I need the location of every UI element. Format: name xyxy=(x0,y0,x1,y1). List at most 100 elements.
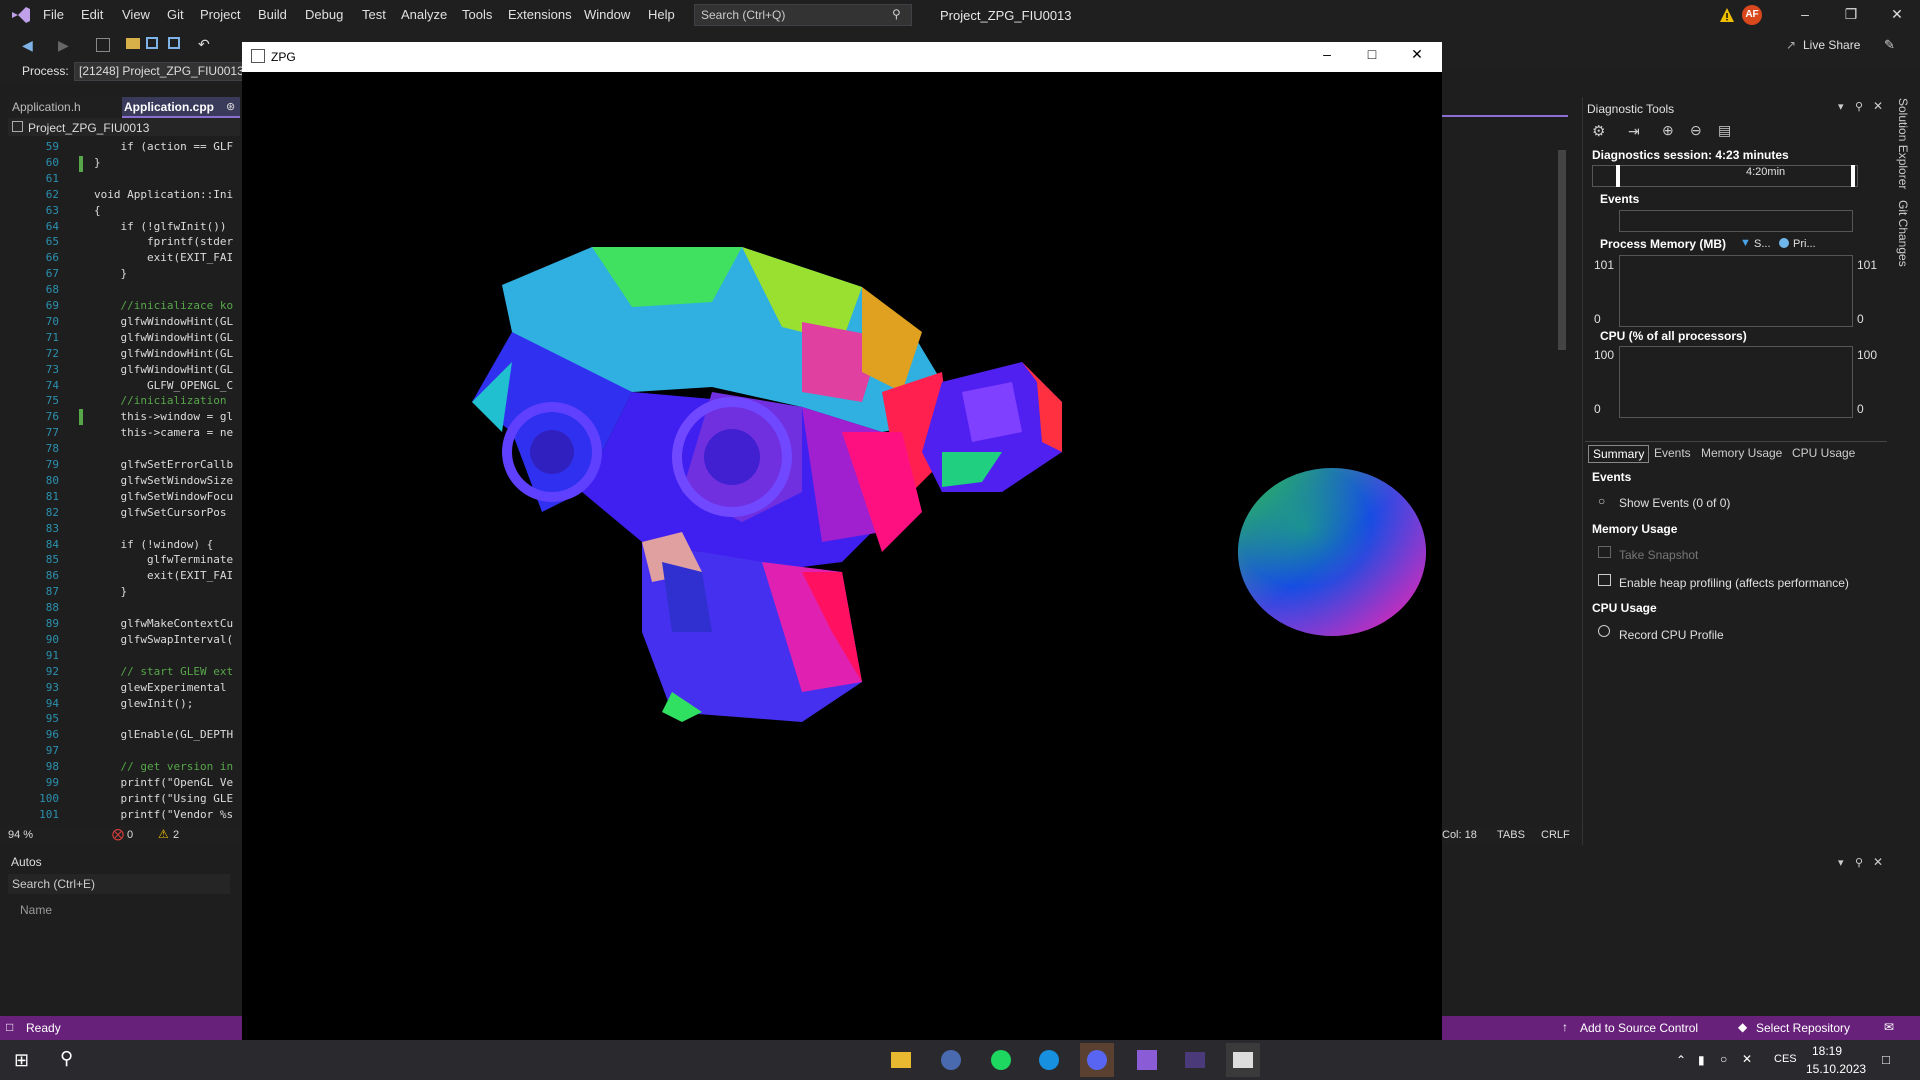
menu-extensions[interactable]: Extensions xyxy=(508,7,572,22)
nav-project-dropdown[interactable]: Project_ZPG_FIU0013 xyxy=(28,121,149,135)
code-line[interactable]: glfwWindowHint(GL xyxy=(94,347,233,360)
code-line[interactable]: glfwSwapInterval( xyxy=(94,633,233,646)
wifi-icon[interactable]: ○ xyxy=(1720,1052,1727,1066)
file-explorer-icon[interactable] xyxy=(884,1043,918,1077)
input-language[interactable]: CES xyxy=(1774,1053,1797,1065)
menu-analyze[interactable]: Analyze xyxy=(401,7,447,22)
code-line[interactable]: glfwSetWindowSize xyxy=(94,474,233,487)
code-line[interactable]: glfwSetWindowFocu xyxy=(94,490,233,503)
code-line[interactable]: glewExperimental xyxy=(94,681,226,694)
vs-restore-button[interactable]: ❐ xyxy=(1836,6,1866,24)
menu-project[interactable]: Project xyxy=(200,7,240,22)
warning-icon[interactable] xyxy=(1719,7,1735,23)
code-line[interactable]: glfwWindowHint(GL xyxy=(94,315,233,328)
user-avatar[interactable]: AF xyxy=(1742,5,1762,25)
code-line[interactable]: fprintf(stder xyxy=(94,235,233,248)
live-share-button[interactable]: Live Share xyxy=(1803,38,1860,52)
clock-time[interactable]: 18:19 xyxy=(1812,1044,1842,1058)
new-item-icon[interactable] xyxy=(96,38,110,52)
vs-close-button[interactable]: ✕ xyxy=(1882,6,1912,24)
menu-git[interactable]: Git xyxy=(167,7,184,22)
error-count[interactable]: 0 xyxy=(127,829,133,841)
code-line[interactable]: exit(EXIT_FAI xyxy=(94,569,233,582)
feedback-icon[interactable]: ✎ xyxy=(1884,37,1895,53)
windows-start-icon[interactable]: ⊞ xyxy=(14,1050,29,1071)
code-line[interactable]: printf("OpenGL Ve xyxy=(94,776,233,789)
memory-section[interactable]: Process Memory (MB) xyxy=(1600,237,1726,251)
zpg-close-button[interactable]: ✕ xyxy=(1402,46,1432,66)
pin-icon[interactable]: ⊛ xyxy=(226,100,235,113)
code-line[interactable]: } xyxy=(94,585,127,598)
spotify-icon[interactable] xyxy=(984,1043,1018,1077)
dropdown-icon[interactable]: ▾ xyxy=(1838,856,1844,869)
zpg-minimize-button[interactable]: – xyxy=(1312,46,1342,66)
terminal-icon[interactable] xyxy=(1178,1043,1212,1077)
code-line[interactable]: glewInit(); xyxy=(94,697,193,710)
code-line[interactable]: // start GLEW ext xyxy=(94,665,233,678)
notification-center-icon[interactable]: □ xyxy=(1882,1052,1890,1067)
code-line[interactable]: // get version in xyxy=(94,760,233,773)
close-icon[interactable]: ✕ xyxy=(1873,855,1883,869)
menu-build[interactable]: Build xyxy=(258,7,287,22)
reset-zoom-icon[interactable]: ▤ xyxy=(1718,122,1731,139)
zoom-out-icon[interactable]: ⊖ xyxy=(1690,122,1702,139)
code-line[interactable]: this->camera = ne xyxy=(94,426,233,439)
enable-heap-profiling-button[interactable]: Enable heap profiling (affects performan… xyxy=(1619,576,1849,590)
pin-icon[interactable]: ⚲ xyxy=(1855,856,1863,869)
code-line[interactable]: glfwSetErrorCallb xyxy=(94,458,233,471)
undo-icon[interactable]: ↶ xyxy=(198,36,210,53)
cpu-graph[interactable] xyxy=(1619,346,1853,418)
tab-cpu-usage[interactable]: CPU Usage xyxy=(1788,445,1859,461)
zpg-maximize-button[interactable]: □ xyxy=(1357,46,1387,66)
pin-icon[interactable]: ⚲ xyxy=(1855,100,1863,113)
menu-file[interactable]: File xyxy=(43,7,64,22)
close-icon[interactable]: ✕ xyxy=(1873,99,1883,113)
autos-search-input[interactable]: Search (Ctrl+E) xyxy=(8,874,230,894)
menu-edit[interactable]: Edit xyxy=(81,7,103,22)
git-changes-tab[interactable]: Git Changes xyxy=(1896,200,1910,267)
code-line[interactable]: printf("Vendor %s xyxy=(94,808,233,821)
code-line[interactable]: } xyxy=(94,156,101,169)
scrollbar-thumb[interactable] xyxy=(1558,150,1566,350)
volume-muted-icon[interactable]: ✕ xyxy=(1742,1052,1752,1066)
dropdown-icon[interactable]: ▾ xyxy=(1838,100,1844,113)
open-folder-icon[interactable] xyxy=(126,38,140,49)
zoom-in-icon[interactable]: ⊕ xyxy=(1662,122,1674,139)
tab-summary[interactable]: Summary xyxy=(1588,445,1650,463)
tabs-indicator[interactable]: TABS xyxy=(1497,829,1525,841)
code-line[interactable]: if (!glfwInit()) xyxy=(94,220,226,233)
timeline-ruler[interactable] xyxy=(1592,165,1858,187)
save-all-icon[interactable] xyxy=(168,37,180,49)
show-events-link[interactable]: Show Events (0 of 0) xyxy=(1619,496,1730,510)
code-line[interactable]: void Application::Ini xyxy=(94,188,233,201)
edge-icon[interactable] xyxy=(1032,1043,1066,1077)
code-line[interactable]: this->window = gl xyxy=(94,410,233,423)
cpu-section[interactable]: CPU (% of all processors) xyxy=(1600,329,1747,343)
menu-window[interactable]: Window xyxy=(584,7,630,22)
tray-expand-icon[interactable]: ⌃ xyxy=(1676,1053,1686,1067)
code-line[interactable]: printf("Using GLE xyxy=(94,792,233,805)
visual-studio-icon[interactable] xyxy=(1130,1043,1164,1077)
timeline-handle-right[interactable] xyxy=(1851,165,1855,187)
menu-view[interactable]: View xyxy=(122,7,150,22)
add-to-source-control[interactable]: Add to Source Control xyxy=(1580,1021,1698,1035)
search-icon[interactable]: ⚲ xyxy=(60,1048,73,1069)
code-line[interactable]: glfwSetCursorPos xyxy=(94,506,226,519)
vs-search-input[interactable]: Search (Ctrl+Q) xyxy=(694,4,912,26)
zpg-title-bar[interactable] xyxy=(242,42,1442,72)
autos-column-name[interactable]: Name xyxy=(20,903,52,917)
code-line[interactable]: exit(EXIT_FAI xyxy=(94,251,233,264)
record-cpu-profile-button[interactable]: Record CPU Profile xyxy=(1619,628,1724,642)
save-icon[interactable] xyxy=(146,37,158,49)
app-icon-blue-circle[interactable] xyxy=(934,1043,968,1077)
code-line[interactable]: glfwWindowHint(GL xyxy=(94,331,233,344)
export-icon[interactable]: ⇥ xyxy=(1628,123,1640,140)
tab-events[interactable]: Events xyxy=(1650,445,1695,461)
zoom-level[interactable]: 94 % xyxy=(8,829,33,841)
code-line[interactable]: { xyxy=(94,204,101,217)
discord-icon[interactable] xyxy=(1080,1043,1114,1077)
code-line[interactable]: if (!window) { xyxy=(94,538,213,551)
timeline-handle-left[interactable] xyxy=(1616,165,1620,187)
warning-count[interactable]: 2 xyxy=(173,829,179,841)
code-line[interactable]: glfwTerminate xyxy=(94,553,233,566)
